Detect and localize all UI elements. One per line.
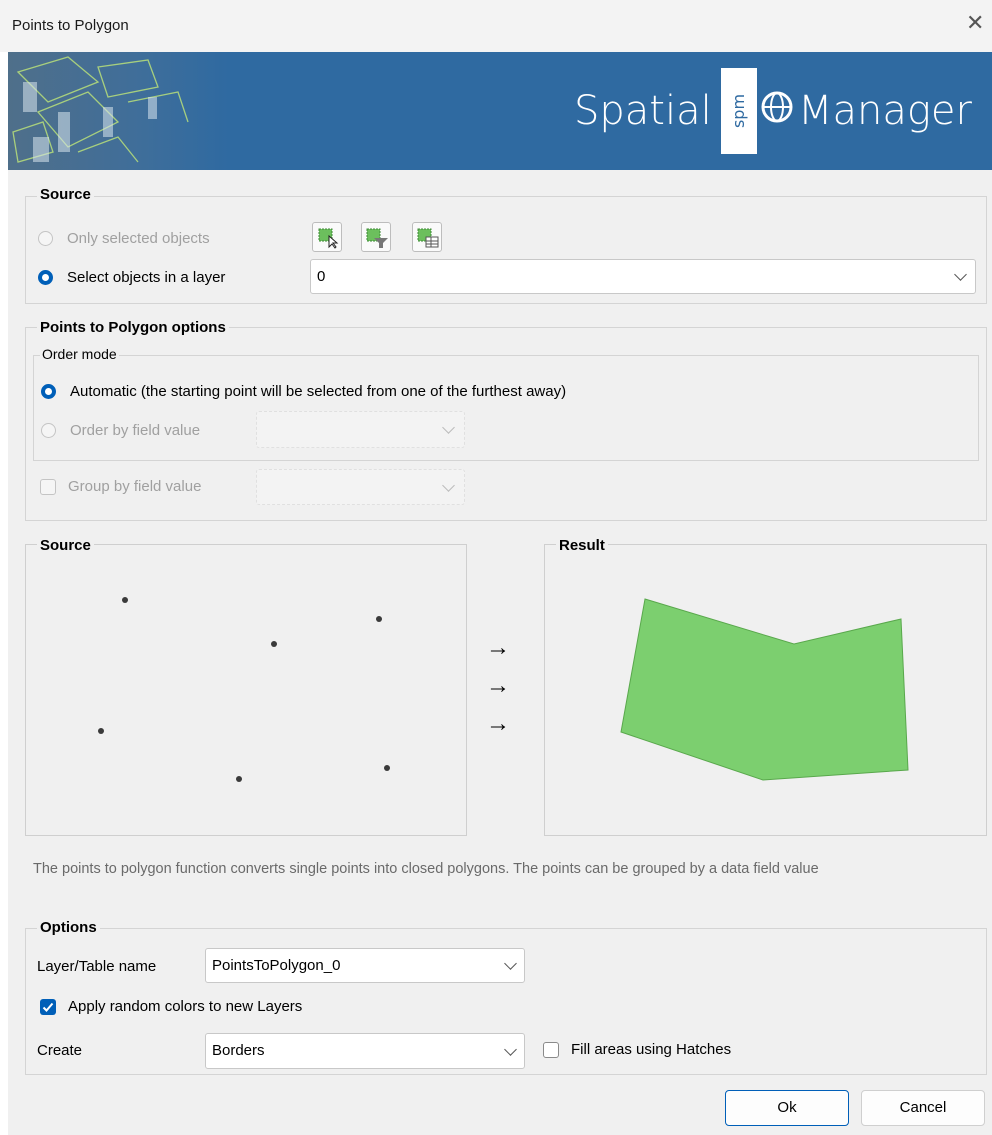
point-marker: [376, 616, 382, 622]
chevron-down-icon: [954, 268, 967, 281]
chevron-down-icon: [442, 479, 455, 492]
point-marker: [236, 776, 242, 782]
fill-hatches-checkbox[interactable]: [543, 1042, 559, 1058]
window-title: Points to Polygon: [12, 17, 129, 34]
order-mode-group: [33, 355, 979, 461]
order-field-select[interactable]: [256, 411, 465, 448]
arrow-right-icon: →: [486, 634, 510, 661]
layer-name-combobox[interactable]: PointsToPolygon_0: [205, 948, 525, 983]
cancel-button[interactable]: Cancel: [861, 1090, 985, 1126]
globe-icon: [761, 91, 793, 123]
arrow-right-icon: →: [486, 672, 510, 699]
only-selected-radio[interactable]: [38, 231, 53, 246]
point-marker: [271, 641, 277, 647]
point-marker: [122, 597, 128, 603]
select-objects-icon[interactable]: [312, 222, 342, 252]
logo-text-manager: Manager: [798, 88, 972, 134]
order-by-field-label: Order by field value: [70, 422, 201, 439]
order-by-field-radio[interactable]: [41, 423, 56, 438]
create-label: Create: [37, 1042, 83, 1059]
fill-hatches-label: Fill areas using Hatches: [571, 1041, 732, 1058]
result-preview: [544, 544, 987, 836]
point-marker: [384, 765, 390, 771]
random-colors-checkbox[interactable]: [40, 999, 56, 1015]
automatic-label: Automatic (the starting point will be se…: [70, 383, 567, 400]
group-by-field-label: Group by field value: [68, 478, 202, 495]
description-text: The points to polygon function converts …: [33, 861, 819, 877]
ptp-options-title: Points to Polygon options: [37, 319, 229, 336]
filter-objects-icon[interactable]: [361, 222, 391, 252]
select-in-layer-label: Select objects in a layer: [67, 269, 226, 286]
result-preview-title: Result: [556, 537, 608, 554]
chevron-down-icon: [504, 957, 517, 970]
create-select[interactable]: Borders: [205, 1033, 525, 1069]
group-by-field-checkbox[interactable]: [40, 479, 56, 495]
chevron-down-icon: [504, 1043, 517, 1056]
layer-name-label: Layer/Table name: [37, 958, 157, 975]
point-marker: [98, 728, 104, 734]
automatic-radio[interactable]: [41, 384, 56, 399]
close-icon[interactable]: ✕: [966, 12, 984, 34]
source-preview: [25, 544, 467, 836]
select-in-layer-radio[interactable]: [38, 270, 53, 285]
ok-button[interactable]: Ok: [725, 1090, 849, 1126]
source-group-title: Source: [37, 186, 94, 203]
logo-box: spm: [721, 68, 757, 154]
only-selected-label: Only selected objects: [67, 230, 210, 247]
group-field-select[interactable]: [256, 469, 465, 505]
logo-spm: spm: [729, 93, 748, 129]
layer-name-value: PointsToPolygon_0: [212, 957, 341, 974]
result-polygon: [620, 598, 909, 781]
checkmark-icon: [42, 1002, 54, 1012]
city-image-icon: [8, 52, 228, 170]
layer-select-value: 0: [317, 268, 326, 285]
arrow-right-icon: →: [486, 710, 510, 737]
header-banner: Spatial spm Manager: [8, 52, 992, 170]
logo-text-spatial: Spatial: [574, 88, 712, 134]
random-colors-label: Apply random colors to new Layers: [68, 998, 303, 1015]
order-mode-title: Order mode: [40, 346, 119, 362]
options-title: Options: [37, 919, 100, 936]
create-select-value: Borders: [212, 1042, 265, 1059]
layer-select[interactable]: 0: [310, 259, 976, 294]
table-select-icon[interactable]: [412, 222, 442, 252]
chevron-down-icon: [442, 421, 455, 434]
source-preview-title: Source: [37, 537, 94, 554]
title-bar: [0, 0, 992, 52]
